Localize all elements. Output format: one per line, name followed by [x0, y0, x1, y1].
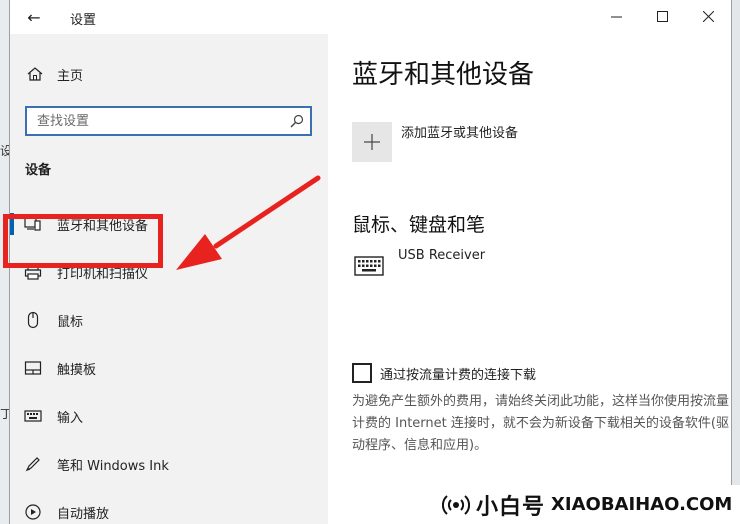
search-input[interactable] — [27, 108, 282, 134]
sidebar-item-mouse[interactable]: 鼠标 — [10, 302, 328, 338]
sidebar-item-home[interactable]: 主页 — [10, 60, 328, 88]
page-title: 蓝牙和其他设备 — [352, 60, 535, 90]
sidebar-item-label: 自动播放 — [57, 507, 110, 522]
keyboard-icon — [24, 410, 42, 422]
sidebar-item-autoplay[interactable]: 自动播放 — [10, 494, 328, 524]
plus-icon — [352, 122, 392, 162]
section-heading: 鼠标、键盘和笔 — [352, 214, 486, 236]
title-bar: ← 设置 — [10, 0, 731, 34]
sidebar-item-pen[interactable]: 笔和 Windows Ink — [10, 446, 328, 482]
section-title: 设备 — [25, 163, 52, 178]
device-item[interactable]: USB Receiver — [352, 246, 652, 286]
sidebar-item-touchpad[interactable]: 触摸板 — [10, 350, 328, 386]
minimize-icon — [610, 16, 622, 17]
pen-icon — [25, 457, 40, 472]
main-content: 蓝牙和其他设备 添加蓝牙或其他设备 鼠标、键盘和笔 USB Receiver 通… — [328, 34, 731, 524]
metered-checkbox[interactable] — [352, 363, 372, 383]
annotation-highlight-box — [3, 214, 163, 268]
window-controls — [593, 0, 731, 32]
broadcast-icon — [442, 494, 470, 515]
mouse-icon — [27, 311, 39, 329]
maximize-button[interactable] — [639, 0, 685, 32]
back-arrow-icon: ← — [27, 7, 41, 27]
add-device-button[interactable]: 添加蓝牙或其他设备 — [352, 120, 712, 162]
metered-description: 为避免产生额外的费用，请始终关闭此功能，这样当你使用按流量计费的 Interne… — [352, 394, 730, 453]
search-box[interactable] — [25, 106, 312, 136]
back-button[interactable]: ← — [20, 6, 48, 28]
sidebar: 主页 设备 蓝牙和其他设备 打印机和扫描仪 鼠标 触摸板 输入 — [10, 34, 328, 524]
sidebar-home-label: 主页 — [57, 69, 84, 84]
sidebar-item-label: 输入 — [57, 411, 84, 426]
maximize-icon — [656, 10, 668, 22]
watermark-logo: 小白号 XIAOBAIHAO.COM — [438, 485, 740, 524]
metered-download-option[interactable]: 通过按流量计费的连接下载 — [352, 363, 731, 383]
add-device-label: 添加蓝牙或其他设备 — [401, 126, 519, 141]
device-name: USB Receiver — [398, 248, 486, 263]
sidebar-item-label: 鼠标 — [57, 315, 84, 330]
close-icon — [702, 10, 714, 22]
background-window-right — [732, 0, 740, 524]
watermark-text-cn: 小白号 — [476, 494, 546, 520]
metered-checkbox-label: 通过按流量计费的连接下载 — [380, 368, 537, 383]
home-icon — [27, 67, 43, 81]
search-icon — [290, 114, 304, 128]
close-button[interactable] — [685, 0, 731, 32]
touchpad-icon — [24, 361, 42, 375]
keyboard-icon — [354, 256, 384, 276]
sidebar-item-label: 触摸板 — [57, 363, 97, 378]
sidebar-item-typing[interactable]: 输入 — [10, 398, 328, 434]
minimize-button[interactable] — [593, 0, 639, 32]
autoplay-icon — [25, 504, 41, 520]
watermark-text-en: XIAOBAIHAO.COM — [551, 494, 733, 515]
sidebar-item-label: 笔和 Windows Ink — [57, 459, 169, 474]
window-title: 设置 — [70, 13, 97, 28]
